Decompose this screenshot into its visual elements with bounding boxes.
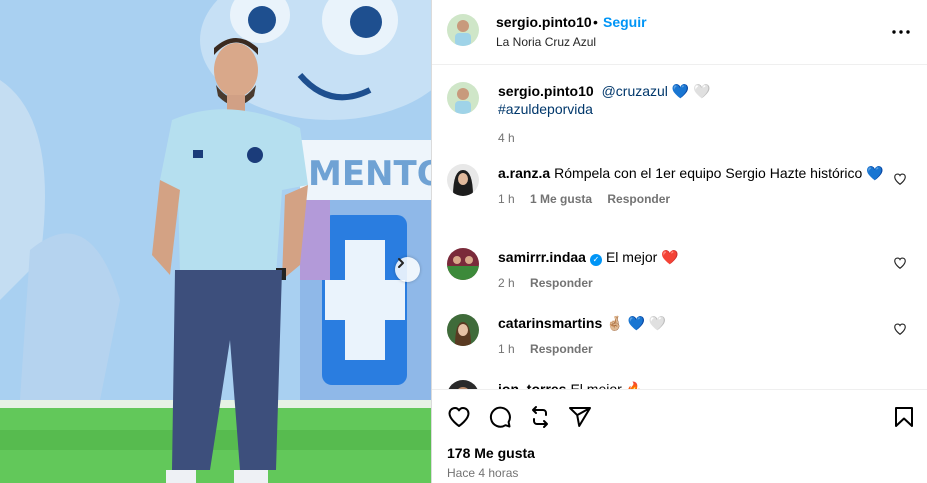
heart-icon[interactable] bbox=[893, 172, 907, 186]
comment-body: samirrr.indaa ✓ El mejor ❤️ 2 h Responder bbox=[498, 248, 888, 292]
bookmark-icon[interactable] bbox=[892, 405, 916, 429]
heart-icon[interactable] bbox=[893, 322, 907, 336]
comment-body: jon_torres El mejor 🔥 bbox=[498, 380, 888, 389]
caption-time[interactable]: 4 h bbox=[498, 131, 515, 145]
comment-text: El mejor ❤️ bbox=[605, 249, 679, 265]
caption-mention[interactable]: @cruzazul bbox=[602, 83, 668, 99]
commenter-avatar[interactable] bbox=[447, 248, 479, 280]
photo-illustration: MENTO bbox=[0, 0, 431, 483]
comment-username[interactable]: catarinsmartins bbox=[498, 315, 602, 331]
caption-body: sergio.pinto10 @cruzazul 💙 🤍 #azuldeporv… bbox=[498, 82, 888, 147]
like-count[interactable]: 178 Me gusta bbox=[447, 445, 535, 461]
comment-text: 🤞🏼 💙 🤍 bbox=[606, 315, 667, 331]
caption-hashtag[interactable]: #azuldeporvida bbox=[498, 101, 593, 117]
comment-username[interactable]: jon_torres bbox=[498, 381, 566, 389]
comment-time[interactable]: 1 h bbox=[498, 342, 515, 356]
separator-dot: • bbox=[593, 14, 598, 30]
reply-button[interactable]: Responder bbox=[530, 342, 593, 356]
more-options-button[interactable] bbox=[891, 22, 911, 42]
post-sidebar: sergio.pinto10 • Seguir La Noria Cruz Az… bbox=[431, 0, 927, 483]
author-username[interactable]: sergio.pinto10 bbox=[496, 14, 592, 30]
comment-body: a.ranz.a Rómpela con el 1er equipo Sergio… bbox=[498, 164, 888, 208]
comment-icon[interactable] bbox=[488, 405, 512, 429]
comment-username[interactable]: samirrr.indaa bbox=[498, 249, 586, 265]
author-avatar-image bbox=[447, 14, 479, 46]
verified-badge-icon: ✓ bbox=[589, 254, 602, 266]
author-avatar[interactable] bbox=[447, 14, 479, 46]
post-photo[interactable]: MENTO bbox=[0, 0, 431, 483]
comment-text: El mejor 🔥 bbox=[570, 381, 644, 389]
share-icon[interactable] bbox=[568, 405, 592, 429]
caption-avatar[interactable] bbox=[447, 82, 479, 114]
reply-button[interactable]: Responder bbox=[530, 276, 593, 290]
svg-text:MENTO: MENTO bbox=[308, 154, 431, 194]
chevron-right-icon bbox=[398, 258, 404, 268]
post-timestamp[interactable]: Hace 4 horas bbox=[447, 466, 518, 480]
caption-meta: 4 h bbox=[498, 129, 888, 147]
commenter-avatar[interactable] bbox=[447, 164, 479, 196]
comment-meta: 2 h Responder bbox=[498, 274, 888, 292]
commenter-avatar-image bbox=[447, 164, 479, 196]
commenter-avatar-image bbox=[447, 314, 479, 346]
comment-username[interactable]: a.ranz.a bbox=[498, 165, 550, 181]
reply-button[interactable]: Responder bbox=[607, 192, 670, 206]
comment-body: catarinsmartins 🤞🏼 💙 🤍 1 h Responder bbox=[498, 314, 888, 358]
caption-emojis: 💙 🤍 bbox=[671, 83, 711, 99]
heart-icon[interactable] bbox=[893, 256, 907, 270]
commenter-avatar[interactable] bbox=[447, 314, 479, 346]
commenter-avatar[interactable] bbox=[447, 380, 479, 389]
comment-meta: 1 h Responder bbox=[498, 340, 888, 358]
comment-likes[interactable]: 1 Me gusta bbox=[530, 192, 592, 206]
commenter-avatar-image bbox=[447, 248, 479, 280]
post-header: sergio.pinto10 • Seguir La Noria Cruz Az… bbox=[432, 0, 927, 65]
repost-icon[interactable] bbox=[528, 405, 552, 429]
heart-icon[interactable] bbox=[447, 405, 471, 429]
comment-text: Rómpela con el 1er equipo Sergio Hazte h… bbox=[554, 165, 884, 181]
comments-list[interactable]: sergio.pinto10 @cruzazul 💙 🤍 #azuldeporv… bbox=[432, 66, 927, 389]
caption-avatar-image bbox=[447, 82, 479, 114]
follow-button[interactable]: Seguir bbox=[603, 14, 647, 30]
comment-meta: 1 h 1 Me gusta Responder bbox=[498, 190, 888, 208]
comment-time[interactable]: 1 h bbox=[498, 192, 515, 206]
commenter-avatar-image bbox=[447, 380, 479, 389]
more-options-icon bbox=[892, 30, 910, 34]
caption-username[interactable]: sergio.pinto10 bbox=[498, 83, 594, 99]
post-location[interactable]: La Noria Cruz Azul bbox=[496, 35, 596, 49]
next-photo-button[interactable] bbox=[395, 257, 420, 282]
comment-time[interactable]: 2 h bbox=[498, 276, 515, 290]
